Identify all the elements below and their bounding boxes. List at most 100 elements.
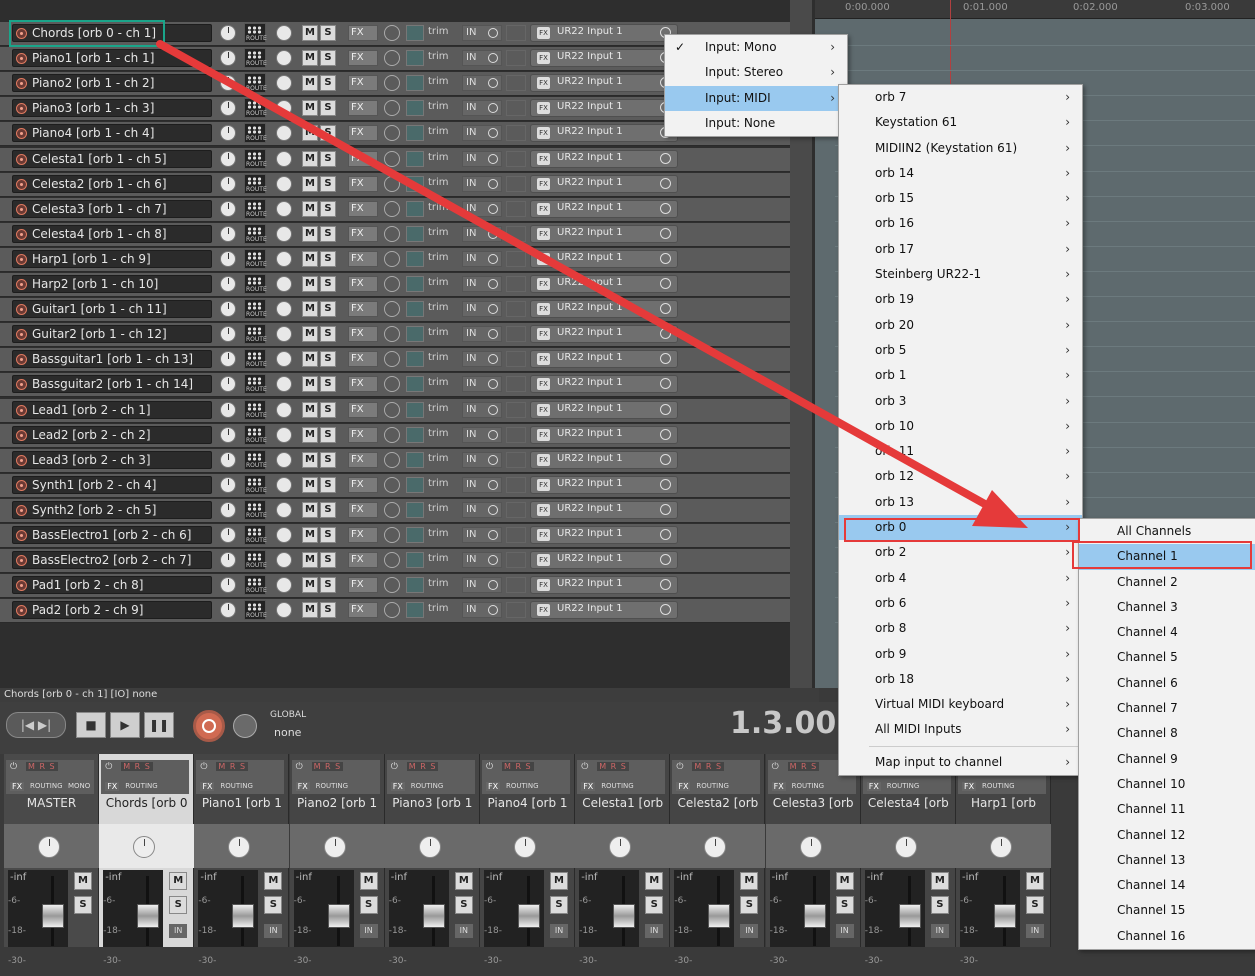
input-monitor-button[interactable]: IN	[462, 100, 502, 117]
input-select[interactable]: FX UR22 Input 1	[530, 300, 678, 319]
mute-button[interactable]: M	[302, 501, 318, 518]
strip-input-label[interactable]: IN	[264, 924, 283, 938]
menu-item-midi-device[interactable]: MIDIIN2 (Keystation 61) ›	[839, 136, 1082, 161]
track-name-box[interactable]: BassElectro2 [orb 2 - ch 7]	[12, 551, 212, 570]
strip-pan-knob[interactable]	[418, 836, 441, 858]
phase-icon[interactable]	[384, 225, 400, 242]
menu-item-midi-device[interactable]: orb 4 ›	[839, 566, 1082, 591]
solo-button[interactable]: S	[320, 476, 336, 493]
volume-fader[interactable]	[232, 904, 255, 928]
menu-item-midi-device[interactable]: orb 15 ›	[839, 186, 1082, 211]
phase-icon[interactable]	[384, 351, 400, 368]
mixer-strip[interactable]: ⏻ M R S FX ROUTING Piano4 [orb 1 -inf -6- -18- -…	[480, 754, 575, 966]
mute-button[interactable]: M	[302, 100, 318, 117]
route-button[interactable]: ROUTE	[244, 550, 267, 571]
envelope-icon[interactable]	[406, 250, 424, 267]
solo-button[interactable]: S	[320, 276, 336, 292]
track-name-box[interactable]: Celesta3 [orb 1 - ch 7]	[12, 199, 212, 218]
volume-knob[interactable]	[220, 150, 236, 167]
route-button[interactable]: ROUTE	[244, 248, 267, 269]
input-monitor-button[interactable]: IN	[462, 200, 502, 217]
trim-label[interactable]: trim	[428, 227, 449, 238]
fx-button[interactable]: FX	[348, 150, 378, 167]
volume-knob[interactable]	[220, 602, 236, 619]
volume-fader[interactable]	[613, 904, 636, 928]
trim-label[interactable]: trim	[428, 177, 449, 188]
pan-knob[interactable]	[276, 276, 292, 292]
mixer-strip[interactable]: ⏻ M R S FX ROUTING Chords [orb 0 -inf -6- -18- -…	[99, 754, 195, 966]
strip-routing-button[interactable]: ROUTING	[125, 782, 158, 790]
track-row[interactable]: Pad2 [orb 2 - ch 9] ROUTE M S FX trim IN FX UR22…	[0, 599, 808, 624]
phase-icon[interactable]	[384, 451, 400, 468]
trim-label[interactable]: trim	[428, 152, 449, 163]
strip-pan-knob[interactable]	[323, 836, 346, 858]
pan-knob[interactable]	[276, 376, 292, 393]
trim-label[interactable]: trim	[428, 76, 449, 87]
strip-fx-button[interactable]: FX	[676, 782, 691, 791]
volume-knob[interactable]	[220, 401, 236, 418]
trim-label[interactable]: trim	[428, 352, 449, 363]
solo-button[interactable]: S	[320, 25, 336, 41]
volume-fader[interactable]	[137, 904, 160, 928]
trim-label[interactable]: trim	[428, 377, 449, 388]
mute-button[interactable]: M	[302, 276, 318, 292]
envelope-icon[interactable]	[406, 326, 424, 343]
power-icon[interactable]: ⏻	[581, 762, 588, 772]
solo-button[interactable]: S	[320, 401, 336, 418]
strip-fx-button[interactable]: FX	[486, 782, 501, 791]
strip-pan-knob[interactable]	[799, 836, 822, 858]
input-monitor-button[interactable]: IN	[462, 451, 502, 468]
power-icon[interactable]: ⏻	[676, 762, 683, 772]
mixer-strip[interactable]: ⏻ M R S FX ROUTING Celesta2 [orb -inf -6- -18- -…	[670, 754, 766, 966]
phase-icon[interactable]	[384, 125, 400, 142]
input-select[interactable]: FX UR22 Input 1	[530, 49, 678, 68]
power-icon[interactable]: ⏻	[296, 762, 303, 772]
strip-solo-button[interactable]: S	[645, 896, 664, 914]
track-row[interactable]: Lead3 [orb 2 - ch 3] ROUTE M S FX trim IN FX UR2…	[0, 448, 808, 473]
menu-item-channel[interactable]: Channel 7	[1079, 696, 1255, 721]
mute-button[interactable]: M	[302, 175, 318, 192]
pan-knob[interactable]	[276, 75, 292, 92]
envelope-icon[interactable]	[406, 125, 424, 142]
volume-knob[interactable]	[220, 451, 236, 468]
strip-mute-button[interactable]: M	[550, 872, 568, 890]
pan-knob[interactable]	[276, 175, 292, 192]
input-select[interactable]: FX UR22 Input 1	[530, 199, 678, 218]
pan-knob[interactable]	[276, 326, 292, 343]
route-button[interactable]: ROUTE	[244, 399, 267, 420]
envelope-icon[interactable]	[406, 225, 424, 242]
input-select[interactable]: FX UR22 Input 1	[530, 174, 678, 193]
menu-item-channel[interactable]: Channel 12	[1079, 823, 1255, 848]
volume-fader[interactable]	[803, 904, 826, 928]
phase-icon[interactable]	[384, 100, 400, 117]
record-arm-icon[interactable]	[16, 78, 27, 90]
record-arm-icon[interactable]	[16, 454, 27, 466]
volume-fader[interactable]	[422, 904, 445, 928]
menu-item-midi-device[interactable]: orb 20 ›	[839, 313, 1082, 338]
trim-label[interactable]: trim	[428, 553, 449, 564]
envelope-icon[interactable]	[406, 150, 424, 167]
global-automation-mode[interactable]: none	[274, 726, 301, 739]
trim-label[interactable]: trim	[428, 252, 449, 263]
track-row[interactable]: Bassguitar2 [orb 1 - ch 14] ROUTE M S FX trim…	[0, 373, 808, 398]
strip-solo-button[interactable]: S	[169, 896, 188, 914]
power-icon[interactable]: ⏻	[10, 762, 17, 772]
mixer-strip[interactable]: ⏻ M R S FX ROUTING Piano1 [orb 1 -inf -6- -18- -…	[194, 754, 290, 966]
volume-knob[interactable]	[220, 50, 236, 67]
track-lane[interactable]	[835, 47, 1255, 72]
envelope-icon[interactable]	[406, 276, 424, 292]
strip-fx-button[interactable]: FX	[390, 782, 405, 791]
volume-fader[interactable]	[42, 904, 64, 928]
strip-mute-button[interactable]: M	[169, 872, 188, 890]
pan-knob[interactable]	[276, 225, 292, 242]
volume-knob[interactable]	[220, 175, 236, 192]
stop-button[interactable]: ■	[76, 712, 106, 738]
track-row[interactable]: Harp2 [orb 1 - ch 10] ROUTE M S FX trim IN FX UR…	[0, 273, 808, 297]
power-icon[interactable]: ⏻	[200, 762, 207, 772]
fx-button[interactable]: FX	[348, 125, 378, 142]
record-arm-icon[interactable]	[16, 203, 27, 215]
trim-label[interactable]: trim	[428, 277, 449, 288]
strip-input-label[interactable]: IN	[835, 924, 854, 938]
phase-icon[interactable]	[384, 276, 400, 292]
solo-button[interactable]: S	[320, 426, 336, 443]
